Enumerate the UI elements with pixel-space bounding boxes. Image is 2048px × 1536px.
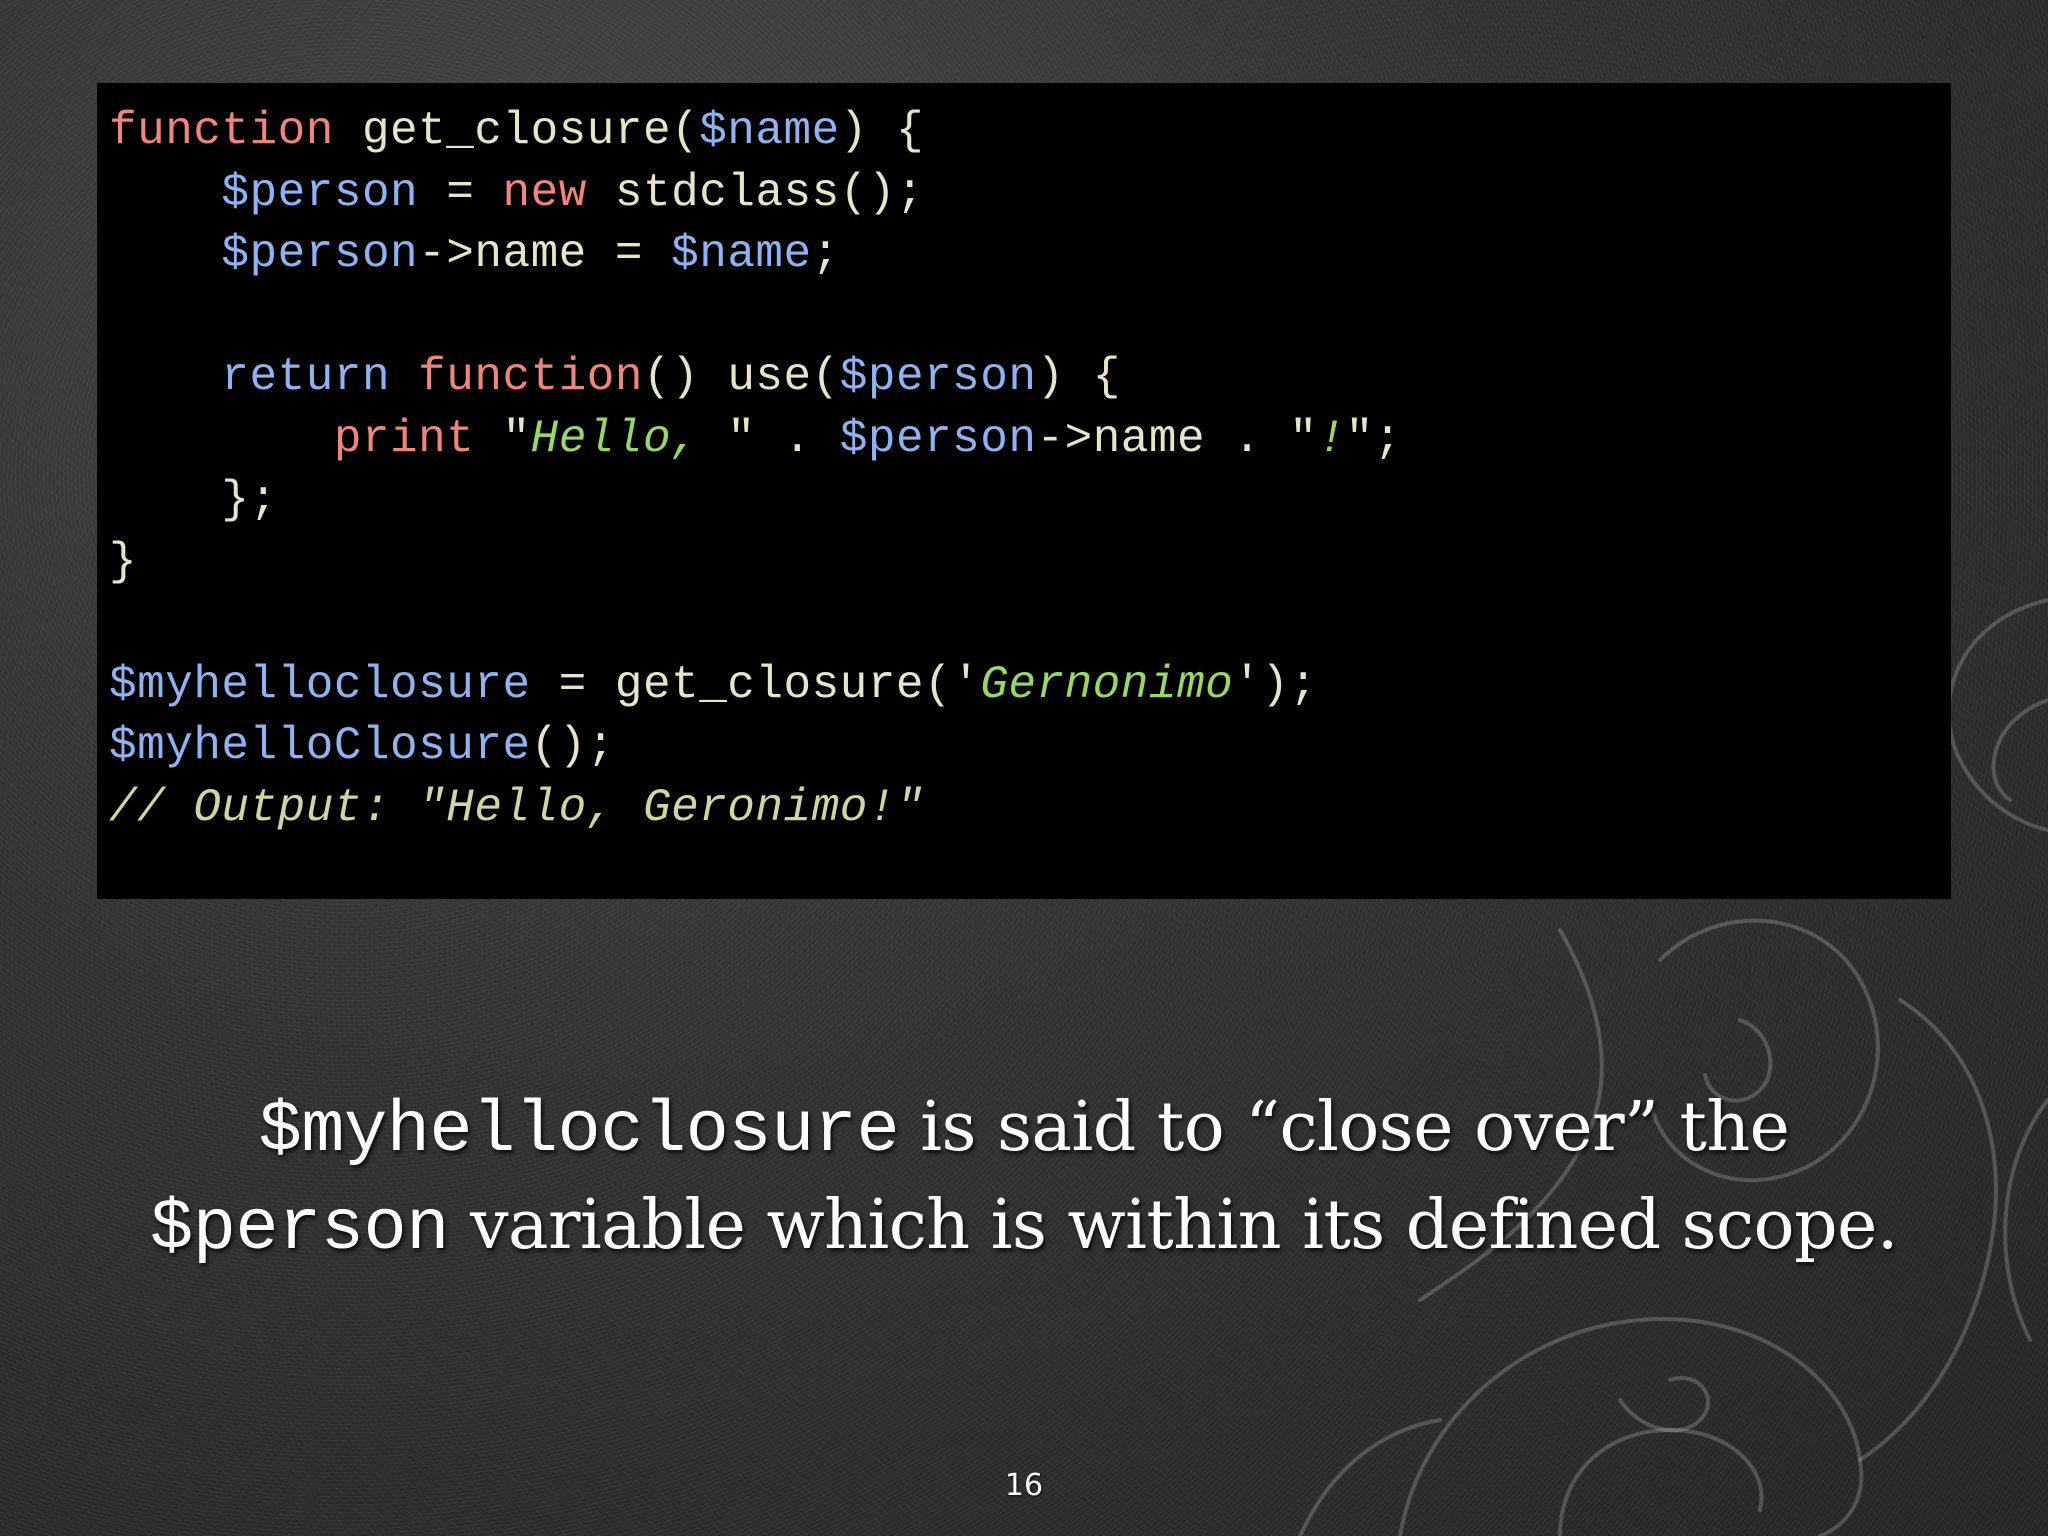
code-block: function get_closure($name) { $person = … [97,83,1951,899]
code-line: $myhelloClosure(); [109,716,1951,778]
caption-code-person: $person [150,1188,449,1270]
code-token: ) { [1036,351,1121,403]
code-token: ) { [839,105,925,157]
code-token: $person [221,228,419,280]
code-token: = [418,166,503,219]
code-token: ->name = [418,228,672,280]
code-line: function get_closure($name) { [109,101,1951,163]
code-token: return [221,351,391,403]
code-token: }; [109,474,278,526]
code-token: new [502,166,587,219]
code-token: get_closure( [333,105,700,157]
caption-line-1: $myhelloclosure is said to “close over” … [60,1088,1988,1172]
code-token: () use( [643,351,840,403]
code-token: // Output: "Hello, Geronimo!" [109,781,925,834]
code-token: Gernonimo [980,658,1234,711]
code-token: $person [221,166,419,219]
code-token: $name [671,228,812,280]
code-token: stdclass(); [586,166,925,219]
caption-line-2: $person variable which is within its def… [60,1186,1988,1270]
code-token: $name [699,105,840,157]
caption-code-myhelloclosure: $myhelloclosure [258,1090,900,1172]
code-token: $person [839,412,1037,465]
caption-text-1: is said to “close over” the [899,1088,1790,1167]
caption-text-2: variable which is within its defined sco… [448,1186,1898,1265]
code-line: $myhelloclosure = get_closure('Gernonimo… [109,655,1951,717]
code-token: print [333,412,475,465]
code-token: Hello, [530,412,728,465]
page-number: 16 [1004,1468,1044,1503]
code-line: }; [109,470,1951,532]
code-token: = get_closure(' [530,658,981,711]
code-token: $myhelloclosure [109,658,531,711]
code-token: '); [1233,658,1318,711]
code-token: " [474,412,531,465]
code-token: } [109,535,138,588]
code-token: function [418,351,644,403]
code-token: ! [1317,412,1346,465]
code-token: (); [530,720,615,772]
code-token: $myhelloClosure [109,720,531,772]
code-line: $person->name = $name; [109,224,1951,286]
code-line: // Output: "Hello, Geronimo!" [109,778,1951,840]
code-token: ->name . " [1036,412,1318,465]
code-token: "; [1345,412,1402,465]
code-token: $person [839,351,1037,403]
code-line: $person = new stdclass(); [109,163,1951,225]
code-token: ; [811,228,840,280]
code-token: function [109,105,334,157]
code-line: print "Hello, " . $person->name . "!"; [109,409,1951,471]
code-line: return function() use($person) { [109,347,1951,409]
code-token: " . [727,412,840,465]
code-line: } [109,532,1951,594]
